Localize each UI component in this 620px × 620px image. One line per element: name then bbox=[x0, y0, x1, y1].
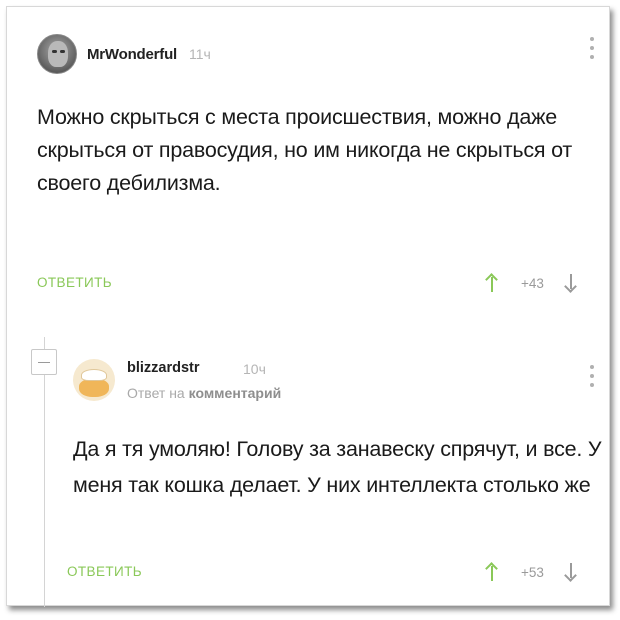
reply-author[interactable]: blizzardstr bbox=[127, 360, 200, 376]
avatar-eye bbox=[52, 50, 57, 53]
comment-header: MrWonderful 11ч bbox=[37, 33, 211, 75]
reply-rating: +53 bbox=[521, 564, 544, 580]
arrow-up-icon[interactable] bbox=[485, 562, 499, 582]
vote-block: +53 bbox=[485, 562, 578, 582]
reply-text: Да я тя умоляю! Голову за занавеску спря… bbox=[73, 437, 602, 497]
comment-author[interactable]: MrWonderful bbox=[87, 46, 177, 63]
avatar[interactable] bbox=[73, 359, 115, 401]
reply-time: 10ч bbox=[243, 361, 266, 377]
reply-to-link[interactable]: комментарий bbox=[189, 385, 282, 401]
comment-rating: +43 bbox=[521, 275, 544, 291]
avatar-body bbox=[79, 379, 109, 397]
comment-time: 11ч bbox=[189, 46, 211, 62]
avatar-face bbox=[48, 41, 68, 67]
avatar-eye bbox=[60, 50, 65, 53]
collapse-thread-button[interactable] bbox=[31, 349, 57, 375]
avatar-hat bbox=[81, 369, 107, 381]
reply-to-prefix: Ответ на bbox=[127, 385, 185, 401]
vote-block: +43 bbox=[485, 273, 578, 293]
arrow-up-icon[interactable] bbox=[485, 273, 499, 293]
arrow-down-icon[interactable] bbox=[564, 562, 578, 582]
arrow-down-icon[interactable] bbox=[564, 273, 578, 293]
thread-line bbox=[44, 337, 45, 607]
reply-button[interactable]: ОТВЕТИТЬ bbox=[37, 275, 112, 290]
reply-button[interactable]: ОТВЕТИТЬ bbox=[67, 564, 142, 579]
avatar[interactable] bbox=[37, 34, 77, 74]
reply-menu-icon[interactable] bbox=[590, 365, 596, 387]
comment-menu-icon[interactable] bbox=[590, 37, 596, 59]
comment-text: Можно скрыться с места происшествия, мож… bbox=[37, 105, 573, 195]
comments-panel: MrWonderful 11ч Можно скрыться с места п… bbox=[6, 6, 610, 607]
reply-to-line: Ответ на комментарий bbox=[127, 385, 281, 401]
